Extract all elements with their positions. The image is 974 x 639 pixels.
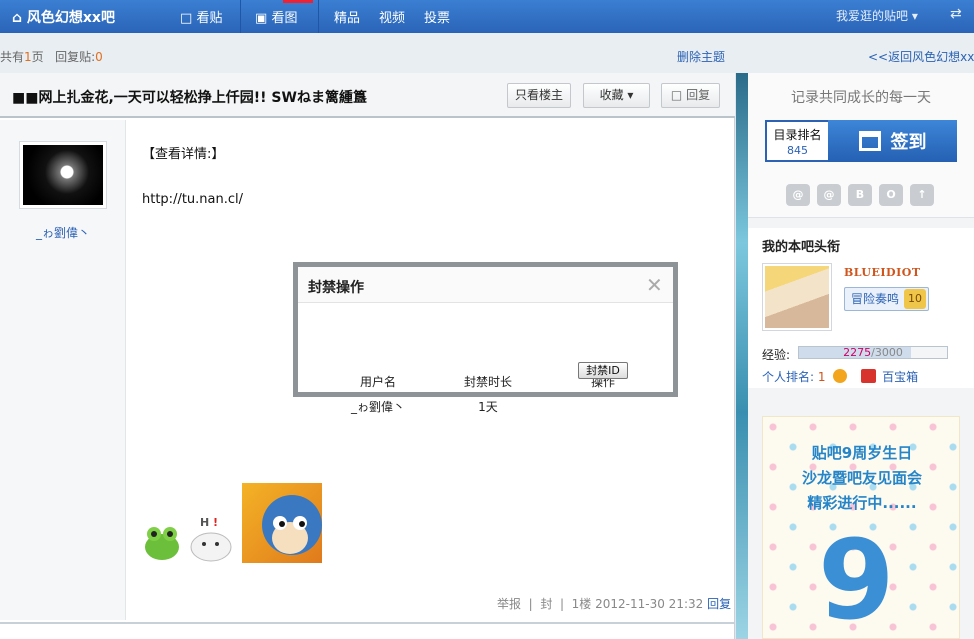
level-badge[interactable]: 冒险奏鸣 10 [844,287,929,311]
sign-in-card: 记录共同成长的每一天 目录排名 845 签到 @ @ B O ↑ [748,73,974,218]
post-content-heading: 【查看详情:】 [142,147,225,162]
author-avatar[interactable] [19,141,107,209]
nav-videos[interactable]: 视频 [379,7,405,26]
chevron-down-icon: ▾ [627,88,634,102]
author-column: _ゎ劉偉丶 [0,120,126,620]
circle-badge-icon[interactable]: O [879,184,903,206]
floor-reply-link[interactable]: 回复 [707,597,731,611]
nav-images[interactable]: ▣ 看图 [255,7,297,26]
dialog-title: 封禁操作 [308,280,364,296]
svg-text:!: ! [213,516,218,529]
ban-duration-value: 1天 [478,400,498,414]
delete-topic-link[interactable]: 删除主题 [677,48,725,65]
at-icon[interactable]: @ [786,184,810,206]
post-divider [0,622,735,624]
promo-line-3: 精彩进行中...... [807,494,917,512]
gift-icon[interactable] [861,369,877,383]
col-header-username: 用户名 [359,375,396,389]
author-username[interactable]: _ゎ劉偉丶 [0,224,126,241]
exp-progress-bar: 2275/3000 [798,346,948,359]
report-link[interactable]: 举报 [497,597,521,611]
avatar-image [765,266,829,328]
anniversary-promo-banner[interactable]: 贴吧9周岁生日 沙龙暨吧友见面会 精彩进行中...... 9 [762,416,960,639]
right-sidebar: 记录共同成长的每一天 目录排名 845 签到 @ @ B O ↑ 我的本吧头衔 … [748,73,974,639]
ban-link[interactable]: 封 [540,597,552,611]
ban-dialog: 封禁操作 ✕ 用户名 _ゎ劉偉丶 封禁时长 1天 操作 封禁ID [298,267,673,414]
medal-icon [833,369,848,383]
monkey-emoticon [242,483,322,563]
reply-button[interactable]: □ 回复 [661,83,720,108]
image-icon: ▣ [255,11,268,26]
promo-big-number: 9 [818,516,895,639]
nav-posts[interactable]: □ 看贴 [180,7,222,26]
comment-icon: □ [670,88,683,102]
back-to-forum-link[interactable]: <<返回风色幻想xx吧 [868,48,974,65]
ghost-emoticon: H ! [190,516,232,562]
thread-subbar: 共有1页 回复贴:0 删除主题 <<返回风色幻想xx吧 [0,33,974,73]
post-time: 2012-11-30 21:32 [595,597,704,611]
ban-target-username: _ゎ劉偉丶 [350,400,405,414]
post-title: ■■网上扎金花,一天可以轻松挣上仟园!! SWねま篱緟簋 [12,90,367,106]
ban-id-button[interactable]: 封禁ID [578,362,628,379]
nav-divider [318,0,319,33]
exp-label: 经验: [762,348,791,362]
post-meta: 举报 | 封 | 1楼 2012-11-30 21:32 回复 [497,597,732,611]
sign-motto: 记录共同成长的每一天 [791,90,931,106]
badge-icon-row: @ @ B O ↑ [786,184,934,206]
b-badge-icon[interactable]: B [848,184,872,206]
nav-featured[interactable]: 精品 [334,7,360,26]
nav-votes[interactable]: 投票 [424,7,450,26]
personal-rank: 个人排名: 1 百宝箱 [762,369,919,384]
my-forum-title-card: 我的本吧头衔 BLUEIDIOT 冒险奏鸣 10 经验: 2275/3000 个… [748,228,974,388]
directory-rank: 目录排名 845 [765,120,828,162]
frog-emoticon [145,527,179,560]
avatar-image [23,145,103,205]
new-indicator [283,0,313,3]
dialog-header: 封禁操作 ✕ [298,267,673,303]
card-title: 我的本吧头衔 [762,240,841,255]
comment-icon: □ [180,11,193,26]
exp-text: 2275/3000 [843,346,903,359]
promo-line-2: 沙龙暨吧友见面会 [801,469,922,487]
nav-divider [240,0,241,33]
col-header-duration: 封禁时长 [463,375,512,389]
favorite-button[interactable]: 收藏 ▾ [583,83,650,108]
svg-text:H: H [200,516,209,529]
promo-line-1: 贴吧9周岁生日 [811,444,913,462]
close-icon[interactable]: ✕ [646,273,663,297]
top-navbar: ⌂ 风色幻想xx吧 □ 看贴 ▣ 看图 精品 视频 投票 我爱逛的贴吧 ▾ ⇄ [0,0,974,33]
swap-icon[interactable]: ⇄ [950,6,962,22]
post-title-bar: ■■网上扎金花,一天可以轻松挣上仟园!! SWねま篱緟簋 只看楼主 收藏 ▾ □… [0,73,735,118]
calendar-icon [858,131,881,151]
ban-dialog-frame: 封禁操作 ✕ 用户名 _ゎ劉偉丶 封禁时长 1天 操作 封禁ID [293,262,678,414]
at-alt-icon[interactable]: @ [817,184,841,206]
chevron-down-icon: ▾ [911,9,918,23]
user-avatar[interactable] [762,263,832,331]
user-display-name[interactable]: BLUEIDIOT [844,266,921,279]
forum-brand-link[interactable]: ⌂ 风色幻想xx吧 [12,7,115,27]
post-content-link[interactable]: http://tu.nan.cl/ [142,192,243,207]
decorative-background-strip [736,73,748,639]
page-count: 共有1页 回复贴:0 [0,50,103,64]
level-number: 10 [904,289,926,309]
floor-number: 1楼 [571,597,592,611]
treasure-box-link[interactable]: 百宝箱 [882,370,918,384]
up-arrow-badge-icon[interactable]: ↑ [910,184,934,206]
sign-in-button[interactable]: 签到 [828,120,957,162]
favorite-forums-dropdown[interactable]: 我爱逛的贴吧 ▾ [836,7,918,24]
only-author-button[interactable]: 只看楼主 [507,83,571,108]
